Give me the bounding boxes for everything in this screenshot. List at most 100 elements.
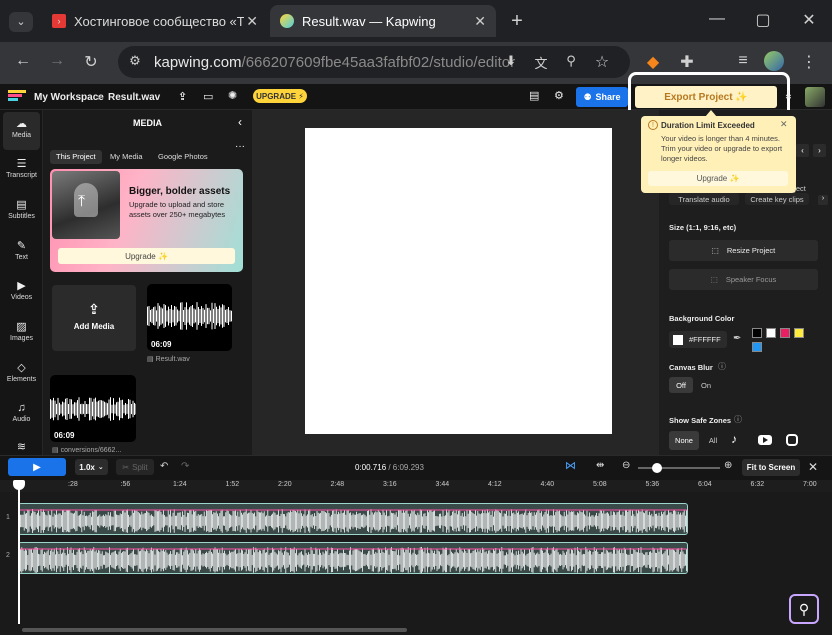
maximize-window-icon[interactable]: ▢ <box>752 10 774 30</box>
safe-zone-none[interactable]: None <box>669 431 699 450</box>
zoom-out-icon[interactable]: ⊖ <box>622 460 630 471</box>
close-tab-icon[interactable]: ✕ <box>474 13 486 30</box>
nav-media[interactable]: ☁ Media <box>3 112 40 150</box>
collapse-panel-icon[interactable]: ‹ <box>238 115 242 129</box>
captions-icon[interactable]: ▭ <box>203 90 213 103</box>
tab-my-media[interactable]: My Media <box>104 150 149 164</box>
profile-avatar[interactable] <box>764 51 784 71</box>
tab-this-project[interactable]: This Project <box>50 150 102 164</box>
tab-search-icon[interactable]: ⌄ <box>9 12 33 32</box>
workspace-link[interactable]: My Workspace <box>34 92 104 103</box>
tab-google-photos[interactable]: Google Photos <box>152 150 214 164</box>
install-app-icon[interactable]: ⬇ <box>500 53 522 69</box>
magnet-snap-icon[interactable]: ⋈ <box>565 459 576 472</box>
add-media-button[interactable]: ⇪ Add Media <box>52 285 136 351</box>
nav-subtitles[interactable]: ▤ Subtitles <box>0 193 43 231</box>
audio-track-2[interactable] <box>18 542 688 574</box>
more-options-icon[interactable]: ··· <box>235 141 245 152</box>
zoom-icon[interactable]: ⚲ <box>560 53 582 69</box>
translate-icon[interactable]: 文 <box>530 53 552 72</box>
info-icon[interactable]: ⓘ <box>734 414 742 425</box>
info-icon[interactable]: ⓘ <box>718 361 726 372</box>
kapwing-logo-icon[interactable] <box>8 90 26 104</box>
safe-zone-all[interactable]: All <box>703 431 723 450</box>
blur-on-toggle[interactable]: On <box>695 377 717 393</box>
zoom-slider-thumb[interactable] <box>652 463 662 473</box>
search-help-button[interactable]: ⚲ <box>789 594 819 624</box>
eyedropper-icon[interactable]: ✒ <box>733 333 741 344</box>
forward-icon[interactable]: → <box>46 52 68 70</box>
nav-audio[interactable]: ♫ Audio <box>0 397 43 435</box>
nav-images[interactable]: ▨ Images <box>0 315 43 353</box>
speaker-focus-button[interactable]: ⬚ Speaker Focus <box>669 269 818 290</box>
tiktok-icon[interactable]: ♪ <box>731 432 737 446</box>
site-settings-icon[interactable]: ⚙ <box>124 53 146 69</box>
fit-width-icon[interactable]: ⇹ <box>596 460 604 471</box>
idea-bulb-icon[interactable]: ✺ <box>228 89 237 102</box>
play-button[interactable]: ▶ <box>8 458 66 476</box>
address-bar[interactable]: kapwing.com/666207609fbe45aa3fafbf02/stu… <box>118 46 630 78</box>
swatch-yellow[interactable] <box>794 328 804 338</box>
browser-tab-kapwing[interactable]: Result.wav — Kapwing ✕ <box>270 5 496 37</box>
minimize-window-icon[interactable]: — <box>706 10 728 28</box>
undo-icon[interactable]: ↶ <box>160 461 168 472</box>
nav-transcript[interactable]: ☰ Transcript <box>0 152 43 190</box>
download-icon[interactable]: ⤓ <box>786 89 791 102</box>
swatch-blue[interactable] <box>752 342 762 352</box>
upgrade-pill[interactable]: UPGRADE ⚡ <box>253 89 307 103</box>
reload-icon[interactable]: ↻ <box>80 52 102 72</box>
swatch-white[interactable] <box>766 328 776 338</box>
settings-gear-icon[interactable]: ⚙ <box>554 89 564 102</box>
close-window-icon[interactable]: ✕ <box>798 10 820 30</box>
project-canvas[interactable] <box>305 128 612 434</box>
promo-upgrade-button[interactable]: Upgrade ✨ <box>58 248 235 264</box>
new-tab-icon[interactable]: + <box>506 10 528 33</box>
nav-layers-icon[interactable]: ≋ <box>0 438 43 454</box>
swatch-black[interactable] <box>752 328 762 338</box>
playback-speed-select[interactable]: 1.0x ⌄ <box>75 459 108 475</box>
project-file-name[interactable]: Result.wav <box>108 92 160 103</box>
browser-menu-icon[interactable]: ⋮ <box>798 52 820 72</box>
share-label: Share <box>595 92 621 102</box>
zoom-slider[interactable] <box>638 467 720 469</box>
reading-list-icon[interactable]: ≡ <box>732 52 754 70</box>
timeline-tick: 6:04 <box>698 481 712 488</box>
swatch-pink[interactable] <box>780 328 790 338</box>
youtube-icon[interactable] <box>758 435 772 445</box>
playhead[interactable] <box>18 484 20 624</box>
create-key-clips-button[interactable]: Create key clips <box>745 193 809 205</box>
translate-audio-button[interactable]: Translate audio <box>669 193 739 205</box>
close-timeline-icon[interactable]: ✕ <box>808 460 818 474</box>
zoom-in-icon[interactable]: ⊕ <box>724 460 732 471</box>
timeline-scrollbar[interactable] <box>22 628 407 632</box>
media-item-result-wav[interactable]: 06:09 <box>147 284 232 351</box>
media-item-conversion[interactable]: 06:09 <box>50 375 136 442</box>
fit-to-screen-button[interactable]: Fit to Screen <box>742 459 800 476</box>
comments-icon[interactable]: ▤ <box>529 89 539 102</box>
resize-project-button[interactable]: ⬚ Resize Project <box>669 240 818 261</box>
blur-off-toggle[interactable]: Off <box>669 377 693 393</box>
background-color-input[interactable]: #FFFFFF <box>669 331 727 348</box>
browser-tab-hosting[interactable]: › Хостинговое сообщество «Tim ✕ <box>42 5 268 37</box>
redo-icon[interactable]: ↷ <box>181 461 189 472</box>
instagram-icon[interactable] <box>786 434 798 446</box>
user-avatar[interactable] <box>805 87 825 107</box>
more-features-icon[interactable]: › <box>818 195 828 205</box>
audio-track-1[interactable] <box>18 503 688 535</box>
timeline-tick: 1:52 <box>225 481 240 488</box>
split-button[interactable]: ✂ Split <box>116 459 154 475</box>
nav-text[interactable]: ✎ Text <box>0 234 43 272</box>
close-tooltip-icon[interactable]: ✕ <box>780 119 788 130</box>
nav-videos[interactable]: ▶ Videos <box>0 274 43 312</box>
close-tab-icon[interactable]: ✕ <box>246 13 258 30</box>
next-arrow-icon[interactable]: › <box>813 144 826 157</box>
metamask-extension-icon[interactable]: ◆ <box>642 52 664 72</box>
back-icon[interactable]: ← <box>12 52 34 70</box>
bookmark-star-icon[interactable]: ☆ <box>591 52 613 72</box>
prev-arrow-icon[interactable]: ‹ <box>796 144 809 157</box>
extensions-puzzle-icon[interactable]: ✚ <box>676 52 698 72</box>
share-button[interactable]: ⚉ Share <box>576 87 628 107</box>
nav-elements[interactable]: ◇ Elements <box>0 356 43 394</box>
upload-icon[interactable]: ⇪ <box>178 90 187 103</box>
tooltip-upgrade-button[interactable]: Upgrade ✨ <box>648 171 788 186</box>
